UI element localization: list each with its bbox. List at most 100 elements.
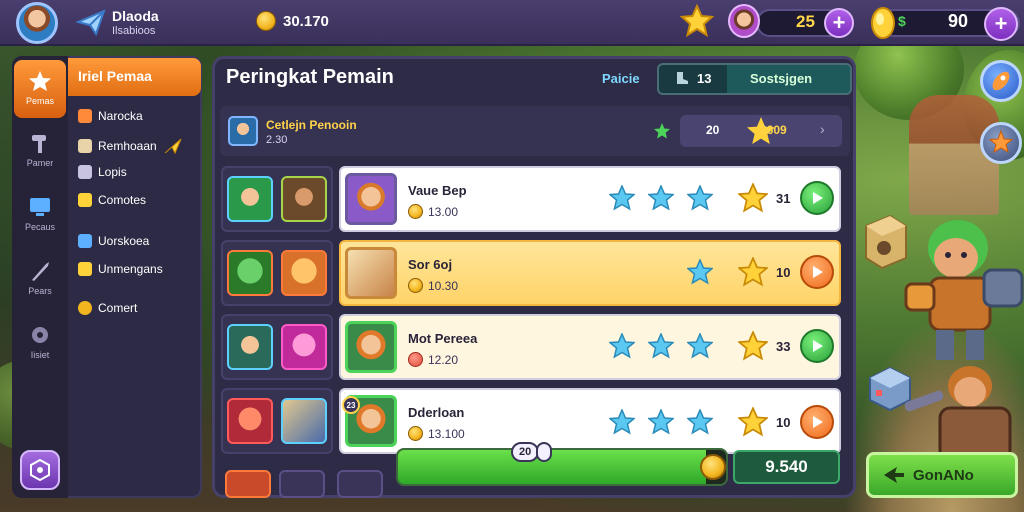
row-action-button[interactable] [800, 329, 834, 363]
gold-star-icon [736, 329, 770, 361]
progress-bar [396, 448, 728, 486]
progress-fill [398, 450, 707, 484]
hero-thumbnail[interactable] [227, 324, 273, 370]
fish-icon [78, 109, 92, 123]
row-player-value: 10.30 [428, 279, 459, 293]
menu-item-remhoaan[interactable]: Remhoaan [78, 137, 183, 155]
info-value-2: 2609 [760, 123, 787, 137]
coin-balance: 30.170 [283, 13, 329, 30]
book-icon [78, 165, 92, 179]
row-player-value: 13.00 [428, 205, 459, 219]
partial-row [225, 470, 385, 498]
rail-item-pears[interactable]: Pears [14, 260, 66, 296]
chevron-right-icon[interactable]: › [820, 121, 825, 137]
rating-star-icon [686, 258, 714, 285]
rail-item-pecaus[interactable]: Pecaus [14, 196, 66, 232]
menu-item-narocka[interactable]: Narocka [78, 109, 143, 123]
info-subtitle: 2.30 [266, 134, 288, 146]
play-icon [813, 266, 823, 278]
settings-button[interactable] [20, 450, 60, 490]
currency-symbol: $ [898, 13, 906, 29]
tab-sostsjgen[interactable]: Sostsjgen [750, 71, 812, 86]
go-button[interactable]: GonANo [866, 452, 1018, 498]
play-icon [813, 192, 823, 204]
tab-count[interactable]: 13 [697, 71, 711, 86]
row-player-name: Vaue Bep [408, 183, 467, 198]
player-avatar[interactable] [16, 2, 58, 44]
row-action-button[interactable] [800, 255, 834, 289]
warrior-hero-character [904, 366, 1012, 466]
hero-thumbnail[interactable] [281, 324, 327, 370]
rail-label: Pemas [25, 96, 54, 106]
player-portrait [345, 247, 397, 299]
gear-icon [32, 327, 48, 343]
star-icon [988, 129, 1014, 154]
hammer-icon [32, 135, 46, 153]
gold-star-icon [736, 255, 770, 287]
row-score: 33 [776, 339, 791, 354]
menu-item-comotes[interactable]: Comotes [78, 193, 146, 207]
rail-item-pamer[interactable]: Pamer [14, 132, 66, 168]
rank-badge: 23 [342, 396, 360, 414]
menu-item-unmengans[interactable]: Unmengans [78, 262, 163, 276]
rail-label: Iisiet [30, 350, 50, 360]
scroll-icon [78, 139, 92, 153]
info-title: Cetlejn Penooin [266, 118, 357, 132]
rail-label: Pamer [26, 158, 54, 168]
hero-thumbnail[interactable] [281, 176, 327, 222]
hero-thumbnail[interactable] [227, 176, 273, 222]
rail-label: Pecaus [24, 222, 56, 232]
star-icon [680, 4, 714, 38]
boot-icon [677, 72, 688, 84]
menu-item-comert[interactable]: Comert [78, 301, 137, 315]
menu-item-lopis[interactable]: Lopis [78, 165, 127, 179]
menu-label: Comert [98, 301, 138, 315]
arrow-icon [884, 467, 904, 483]
rating-star-icon [647, 408, 675, 435]
progress-tag-cap [536, 442, 552, 462]
star-badge-button[interactable] [980, 122, 1022, 164]
row-action-button[interactable] [800, 405, 834, 439]
add-gems-button[interactable]: + [984, 7, 1018, 41]
menu-item-uorskoea[interactable]: Uorskoea [78, 234, 149, 248]
row-player-value: 13.100 [428, 427, 465, 441]
energy-value: 25 [796, 12, 815, 31]
rating-star-icon [686, 184, 714, 211]
sword-icon [32, 262, 49, 281]
row-player-name: Dderloan [408, 405, 465, 420]
rocket-button[interactable] [980, 60, 1022, 102]
menu-label: Unmengans [98, 262, 163, 276]
menu-label: Uorskoea [98, 234, 150, 248]
add-energy-button[interactable]: + [824, 8, 854, 38]
row-action-button[interactable] [800, 181, 834, 215]
row-player-name: Mot Pereea [408, 331, 478, 346]
monitor-icon [30, 198, 50, 216]
green-star-icon [654, 123, 670, 139]
row-score: 10 [776, 265, 791, 280]
player-name: Dlaoda [112, 8, 159, 24]
rating-star-icon [686, 332, 714, 359]
crystal-icon [78, 262, 92, 276]
hero-thumbnail[interactable] [281, 398, 327, 444]
ruby-icon [408, 352, 423, 367]
hero-thumbnail[interactable] [227, 398, 273, 444]
tab-paicie[interactable]: Paicie [602, 71, 640, 86]
info-value-1: 20 [706, 123, 720, 137]
robot-hero-character [904, 220, 1024, 360]
rail-item-iisiet[interactable]: Iisiet [14, 324, 66, 360]
play-icon [813, 416, 823, 428]
rail-item-pemas[interactable]: Pemas [14, 70, 66, 106]
player-portrait [345, 173, 397, 225]
coin-icon [408, 204, 423, 219]
menu-label: Lopis [98, 165, 127, 179]
gem-icon [871, 7, 895, 39]
hero-thumbnail[interactable] [281, 250, 327, 296]
total-value: 9.540 [733, 450, 840, 484]
rail-label: Pears [28, 286, 52, 296]
sidebar-header: Iriel Pemaa [68, 58, 201, 96]
rocket-icon [992, 71, 1010, 91]
gold-star-icon [736, 405, 770, 437]
coin-icon [256, 11, 276, 31]
hero-thumbnail[interactable] [227, 250, 273, 296]
rating-star-icon [647, 332, 675, 359]
